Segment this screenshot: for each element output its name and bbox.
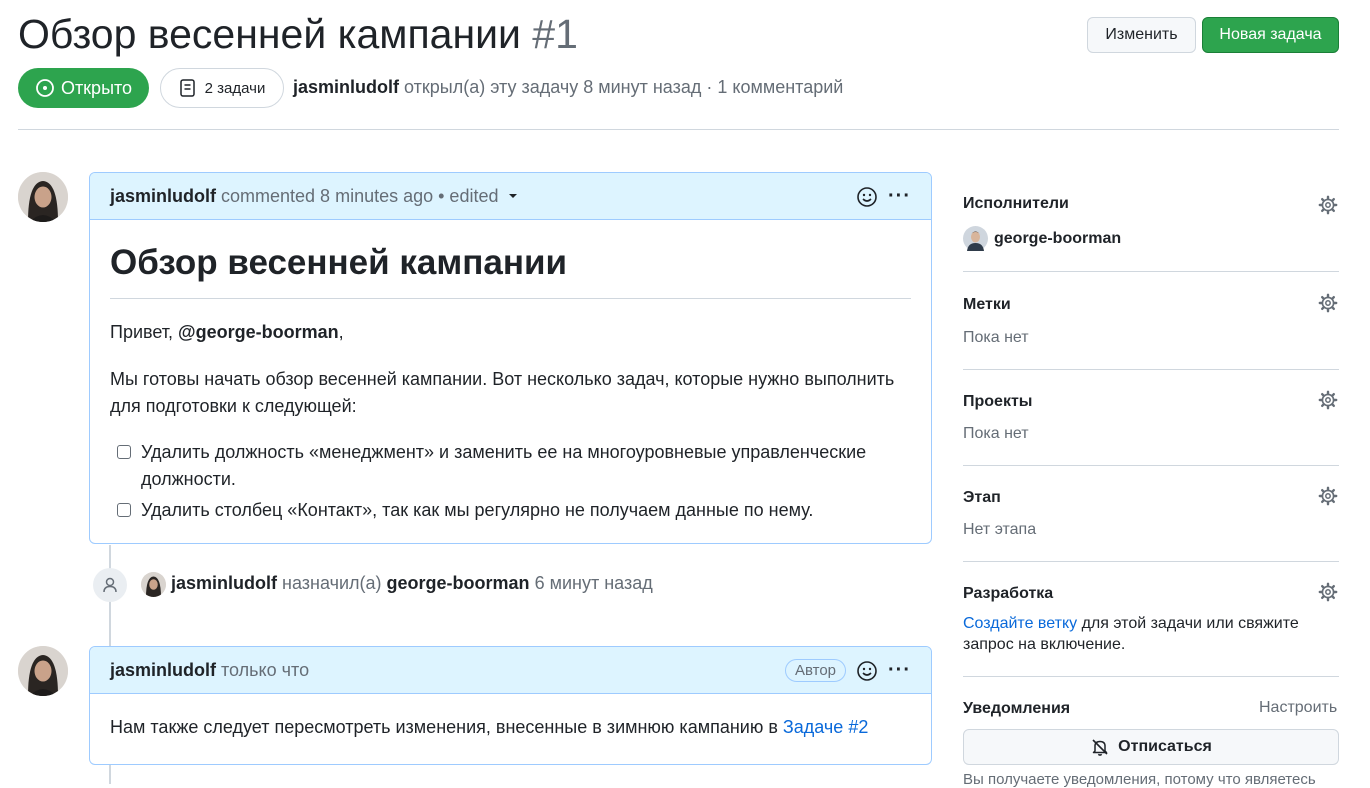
projects-label: Проекты	[963, 393, 1033, 410]
greeting: Привет, @george-boorman,	[110, 319, 911, 346]
smiley-icon[interactable]	[856, 186, 878, 208]
comment-header: jasminludolf commented 8 minutes ago • e…	[90, 173, 931, 220]
comment-actions: Автор ···	[784, 647, 911, 694]
development-label: Разработка	[963, 585, 1054, 602]
event-target[interactable]: george-boorman	[387, 573, 530, 593]
state-badge: Открыто	[18, 68, 149, 108]
gear-icon[interactable]	[1318, 390, 1338, 410]
task-text: Удалить должность «менеджмент» и заменит…	[141, 442, 867, 489]
event-icon	[93, 568, 127, 602]
greeting-prefix: Привет,	[110, 322, 179, 342]
comment-heading: Обзор весенней кампании	[110, 220, 911, 299]
gear-icon[interactable]	[1318, 195, 1338, 215]
notifications-label: Уведомления	[963, 700, 1071, 717]
mention-link[interactable]: @george-boorman	[178, 322, 339, 342]
greeting-suffix: ,	[338, 322, 344, 342]
create-branch-link[interactable]: Создайте ветку	[963, 615, 1077, 632]
comment-card: jasminludolf только что Автор ··· Нам та…	[89, 646, 932, 765]
tasklist-icon	[179, 79, 195, 97]
edit-button[interactable]: Изменить	[1087, 17, 1196, 53]
unsubscribe-label: Отписаться	[1118, 738, 1212, 755]
event-text: jasminludolf назначил(а) george-boorman …	[171, 573, 653, 594]
milestone-value: Нет этапа	[963, 521, 1037, 538]
new-issue-button[interactable]: Новая задача	[1202, 17, 1339, 53]
tasks-pill[interactable]: 2 задачи	[160, 68, 284, 108]
task-checkbox[interactable]	[117, 503, 131, 517]
header-divider	[18, 129, 1339, 130]
comment-header: jasminludolf только что Автор ···	[90, 647, 931, 694]
projects-value: Пока нет	[963, 425, 1029, 442]
avatar-image-icon	[141, 572, 166, 597]
gear-icon[interactable]	[1318, 486, 1338, 506]
sidebar-divider	[963, 561, 1339, 562]
issue-meta-text: открыл(а) эту задачу 8 минут назад · 1 к…	[404, 77, 844, 97]
issue-title-text: Обзор весенней кампании	[18, 11, 521, 57]
event-actor[interactable]: jasminludolf	[171, 573, 277, 593]
issue-meta: jasminludolf открыл(а) эту задачу 8 мину…	[293, 77, 843, 98]
unsubscribe-button[interactable]: Отписаться	[963, 729, 1339, 765]
labels-value: Пока нет	[963, 329, 1029, 346]
event-action: назначил(а)	[282, 573, 382, 593]
person-icon	[103, 577, 117, 593]
issue-number: #1	[532, 11, 578, 57]
development-text: Создайте ветку для этой задачи или свяжи…	[963, 613, 1339, 655]
assignee[interactable]: george-boorman	[963, 226, 1121, 251]
issue-title: Обзор весенней кампании #1	[18, 8, 578, 60]
kebab-icon[interactable]: ···	[888, 659, 911, 682]
task-text: Удалить столбец «Контакт», так как мы ре…	[141, 500, 814, 520]
comment-paragraph: Мы готовы начать обзор весенней кампании…	[110, 369, 895, 416]
comment-actions: ···	[856, 173, 911, 220]
tasks-label: 2 задачи	[204, 79, 266, 97]
smiley-icon[interactable]	[856, 660, 878, 682]
avatar[interactable]	[18, 172, 68, 222]
gear-icon[interactable]	[1318, 293, 1338, 313]
sidebar-divider	[963, 465, 1339, 466]
task-item: Удалить столбец «Контакт», так как мы ре…	[110, 497, 911, 524]
notifications-note: Вы получаете уведомления, потому что явл…	[963, 771, 1316, 788]
avatar-image-icon	[18, 646, 68, 696]
labels-label: Метки	[963, 296, 1011, 313]
comment-author[interactable]: jasminludolf	[110, 186, 216, 207]
comment-meta: commented 8 minutes ago • edited	[221, 185, 499, 206]
kebab-icon[interactable]: ···	[888, 185, 911, 208]
event-time: 6 минут назад	[534, 573, 653, 593]
comment-author[interactable]: jasminludolf	[110, 660, 216, 681]
comment-text: Нам также следует пересмотреть изменения…	[110, 717, 783, 737]
event-avatar[interactable]	[141, 572, 166, 597]
state-label: Открыто	[60, 77, 133, 98]
assignee-avatar-icon	[963, 226, 988, 251]
avatar-image-icon	[18, 172, 68, 222]
caret-down-icon[interactable]	[506, 191, 520, 201]
issue-link[interactable]: Задаче #2	[783, 717, 868, 737]
bell-slash-icon	[1092, 739, 1108, 756]
comment-meta: только что	[221, 659, 310, 680]
task-checkbox[interactable]	[117, 445, 131, 459]
sidebar-divider	[963, 369, 1339, 370]
issue-author-link[interactable]: jasminludolf	[293, 77, 399, 97]
author-badge: Автор	[784, 659, 847, 682]
milestone-label: Этап	[963, 489, 1001, 506]
assignees-label: Исполнители	[963, 195, 1069, 212]
task-item: Удалить должность «менеджмент» и заменит…	[110, 439, 911, 493]
assignee-name: george-boorman	[994, 229, 1122, 247]
notifications-customize-link[interactable]: Настроить	[1259, 699, 1337, 717]
comment-body: Нам также следует пересмотреть изменения…	[90, 694, 931, 741]
issue-opened-icon	[36, 79, 54, 97]
gear-icon[interactable]	[1318, 582, 1338, 602]
avatar[interactable]	[18, 646, 68, 696]
sidebar-divider	[963, 676, 1339, 677]
comment-card: jasminludolf commented 8 minutes ago • e…	[89, 172, 932, 544]
comment-body: Обзор весенней кампании Привет, @george-…	[90, 220, 931, 524]
sidebar-divider	[963, 271, 1339, 272]
